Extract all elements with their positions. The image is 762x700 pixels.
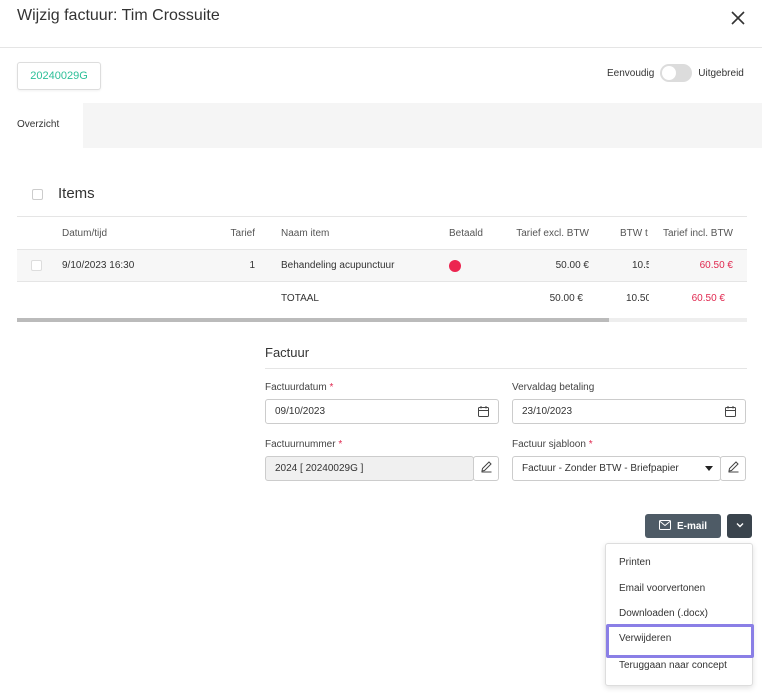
calendar-icon[interactable]	[724, 405, 737, 418]
sjabloon-label: Factuur sjabloon *	[512, 439, 593, 450]
sjabloon-select[interactable]: Factuur - Zonder BTW - Briefpapier	[512, 456, 721, 481]
row-checkbox[interactable]	[31, 260, 42, 271]
actions-dropdown-menu: Printen Email voorvertonen Downloaden (.…	[605, 543, 754, 686]
vervaldag-field[interactable]: 23/10/2023	[512, 399, 746, 424]
tab-overzicht[interactable]: Overzicht	[17, 119, 59, 130]
row-datetime: 9/10/2023 16:30	[62, 260, 135, 271]
edit-sjabloon-button[interactable]	[720, 456, 746, 481]
items-table: Datum/tijd Tarief Naam item Betaald Tari…	[17, 216, 747, 322]
sjabloon-label-text: Factuur sjabloon	[512, 439, 586, 450]
col-incl: Tarief incl. BTW	[662, 227, 733, 239]
mode-toggle[interactable]	[660, 64, 693, 82]
sjabloon-value: Factuur - Zonder BTW - Briefpapier	[522, 463, 679, 474]
row-checkbox-cell	[31, 250, 45, 281]
col-btw: BTW t	[620, 227, 648, 239]
row-incl: 60.50 €	[699, 260, 733, 271]
email-button-label: E-mail	[676, 520, 707, 532]
edit-factuurnummer-button[interactable]	[473, 456, 499, 481]
vervaldag-value: 23/10/2023	[522, 406, 573, 417]
table-row[interactable]: 9/10/2023 16:30 1 Behandeling acupunctuu…	[17, 249, 747, 281]
factuurnummer-label-text: Factuurnummer	[265, 439, 336, 450]
close-icon[interactable]	[728, 8, 748, 28]
menu-item-teruggaan-naar-concept[interactable]: Teruggaan naar concept	[619, 660, 727, 671]
vervaldag-label: Vervaldag betaling	[512, 382, 595, 393]
factuurnummer-field: 2024 [ 20240029G ]	[265, 456, 474, 481]
invoice-code-button[interactable]: 20240029G	[17, 62, 101, 90]
total-btw: 10.50	[626, 293, 649, 304]
edit-icon	[727, 460, 740, 478]
select-all-checkbox[interactable]	[32, 189, 43, 200]
more-actions-button[interactable]	[727, 514, 752, 538]
col-paid: Betaald	[449, 227, 483, 239]
mode-switch: Eenvoudig Uitgebreid	[607, 64, 744, 82]
col-name: Naam item	[281, 227, 330, 239]
factuurdatum-label-text: Factuurdatum	[265, 382, 327, 393]
factuur-section-title: Factuur	[265, 345, 310, 360]
divider	[265, 368, 747, 369]
required-mark: *	[338, 439, 343, 450]
edit-icon	[480, 460, 493, 478]
menu-item-highlight	[606, 624, 754, 658]
items-title: Items	[58, 185, 95, 202]
total-excl: 50.00 €	[549, 293, 583, 304]
required-mark: *	[329, 382, 334, 393]
chevron-down-icon	[735, 517, 745, 535]
unpaid-status-dot	[449, 259, 461, 272]
row-tarief: 1	[249, 260, 255, 271]
tabs-bar	[83, 103, 762, 148]
row-paid-cell	[449, 250, 469, 281]
row-excl: 50.00 €	[555, 260, 589, 271]
mode-simple-label: Eenvoudig	[607, 67, 655, 79]
table-scrollbar[interactable]	[17, 318, 747, 322]
factuurdatum-value: 09/10/2023	[275, 406, 326, 417]
caret-down-icon	[705, 466, 713, 471]
factuurdatum-label: Factuurdatum *	[265, 382, 333, 393]
table-total-row: TOTAAL 50.00 € 10.50 60.50 €	[17, 281, 747, 315]
row-name: Behandeling acupunctuur	[281, 260, 395, 271]
factuurdatum-field[interactable]: 09/10/2023	[265, 399, 499, 424]
menu-item-downloaden[interactable]: Downloaden (.docx)	[619, 608, 708, 619]
menu-item-email-voorvertonen[interactable]: Email voorvertonen	[619, 583, 705, 594]
factuurnummer-value: 2024 [ 20240029G ]	[275, 463, 364, 474]
col-tarief: Tarief	[230, 227, 255, 239]
table-header-row: Datum/tijd Tarief Naam item Betaald Tari…	[17, 216, 747, 249]
email-button[interactable]: E-mail	[645, 514, 721, 538]
factuurnummer-label: Factuurnummer *	[265, 439, 342, 450]
total-label: TOTAAL	[281, 293, 319, 304]
col-datetime: Datum/tijd	[62, 227, 108, 239]
menu-item-printen[interactable]: Printen	[619, 557, 651, 568]
total-incl: 60.50 €	[691, 293, 725, 304]
toggle-knob	[662, 66, 677, 80]
envelope-icon	[658, 519, 671, 533]
col-excl: Tarief excl. BTW	[516, 227, 589, 239]
mode-extended-label: Uitgebreid	[698, 67, 744, 79]
modal-title: Wijzig factuur: Tim Crossuite	[17, 7, 220, 24]
modal-header: Wijzig factuur: Tim Crossuite	[0, 0, 762, 48]
required-mark: *	[588, 439, 593, 450]
scrollbar-thumb[interactable]	[17, 318, 609, 322]
calendar-icon[interactable]	[477, 405, 490, 418]
